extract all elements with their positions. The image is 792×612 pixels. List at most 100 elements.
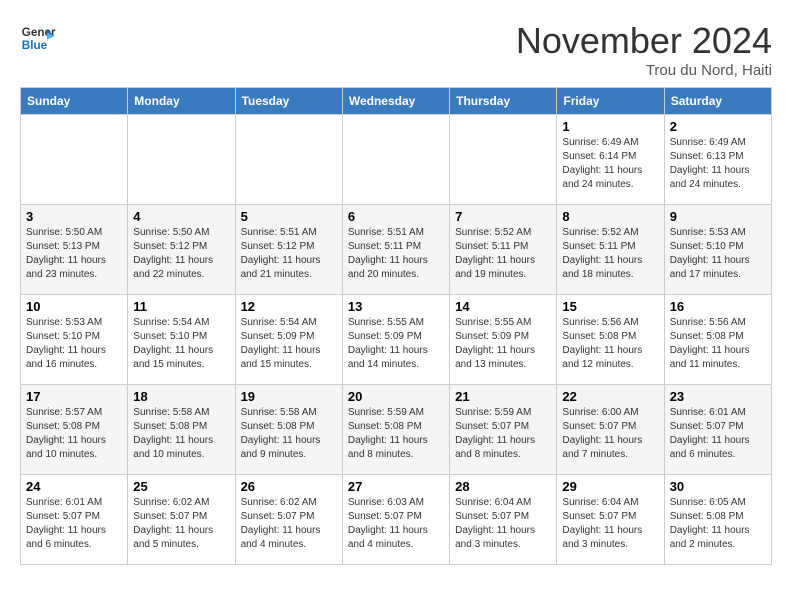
day-info: Sunrise: 6:49 AM Sunset: 6:14 PM Dayligh… [562,136,658,192]
day-info: Sunrise: 5:50 AM Sunset: 5:13 PM Dayligh… [26,226,122,282]
calendar-week-row: 17 Sunrise: 5:57 AM Sunset: 5:08 PM Dayli… [21,385,772,475]
day-info: Sunrise: 5:59 AM Sunset: 5:08 PM Dayligh… [348,406,444,462]
day-info: Sunrise: 5:51 AM Sunset: 5:11 PM Dayligh… [348,226,444,282]
month-title: November 2024 [516,20,772,62]
calendar-day-cell: 12 Sunrise: 5:54 AM Sunset: 5:09 PM Dayli… [235,295,342,385]
calendar-day-cell: 4 Sunrise: 5:50 AM Sunset: 5:12 PM Daylig… [128,205,235,295]
day-number: 19 [241,389,337,404]
calendar-day-cell: 23 Sunrise: 6:01 AM Sunset: 5:07 PM Dayli… [664,385,771,475]
page-header: General Blue November 2024 Trou du Nord,… [20,20,772,79]
day-info: Sunrise: 5:55 AM Sunset: 5:09 PM Dayligh… [455,316,551,372]
day-of-week-header: Monday [128,88,235,115]
calendar-day-cell: 6 Sunrise: 5:51 AM Sunset: 5:11 PM Daylig… [342,205,449,295]
day-number: 20 [348,389,444,404]
calendar-day-cell: 22 Sunrise: 6:00 AM Sunset: 5:07 PM Dayli… [557,385,664,475]
calendar-day-cell: 7Sunrise: 5:52 AM Sunset: 5:11 PM Daylig… [450,205,557,295]
calendar-day-cell [342,115,449,205]
day-info: Sunrise: 5:58 AM Sunset: 5:08 PM Dayligh… [133,406,229,462]
calendar-day-cell: 8 Sunrise: 5:52 AM Sunset: 5:11 PM Daylig… [557,205,664,295]
day-info: Sunrise: 5:54 AM Sunset: 5:09 PM Dayligh… [241,316,337,372]
calendar-day-cell [450,115,557,205]
day-info: Sunrise: 6:02 AM Sunset: 5:07 PM Dayligh… [241,496,337,552]
day-info: Sunrise: 6:00 AM Sunset: 5:07 PM Dayligh… [562,406,658,462]
day-info: Sunrise: 6:04 AM Sunset: 5:07 PM Dayligh… [455,496,551,552]
location-subtitle: Trou du Nord, Haiti [516,62,772,79]
day-number: 9 [670,209,766,224]
day-number: 2 [670,119,766,134]
calendar-day-cell: 21 Sunrise: 5:59 AM Sunset: 5:07 PM Dayli… [450,385,557,475]
day-number: 10 [26,299,122,314]
day-number: 12 [241,299,337,314]
day-number: 26 [241,479,337,494]
calendar-body: 1Sunrise: 6:49 AM Sunset: 6:14 PM Daylig… [21,115,772,565]
calendar-header-row: SundayMondayTuesdayWednesdayThursdayFrid… [21,88,772,115]
day-info: Sunrise: 6:01 AM Sunset: 5:07 PM Dayligh… [670,406,766,462]
day-info: Sunrise: 5:56 AM Sunset: 5:08 PM Dayligh… [562,316,658,372]
day-info: Sunrise: 5:53 AM Sunset: 5:10 PM Dayligh… [26,316,122,372]
calendar-day-cell: 26 Sunrise: 6:02 AM Sunset: 5:07 PM Dayli… [235,475,342,565]
logo: General Blue [20,20,56,56]
day-number: 14 [455,299,551,314]
calendar-day-cell: 16 Sunrise: 5:56 AM Sunset: 5:08 PM Dayli… [664,295,771,385]
day-info: Sunrise: 5:58 AM Sunset: 5:08 PM Dayligh… [241,406,337,462]
day-info: Sunrise: 5:52 AM Sunset: 5:11 PM Dayligh… [562,226,658,282]
day-info: Sunrise: 6:04 AM Sunset: 5:07 PM Dayligh… [562,496,658,552]
day-number: 16 [670,299,766,314]
day-info: Sunrise: 5:54 AM Sunset: 5:10 PM Dayligh… [133,316,229,372]
calendar-week-row: 24Sunrise: 6:01 AM Sunset: 5:07 PM Dayli… [21,475,772,565]
day-of-week-header: Tuesday [235,88,342,115]
title-block: November 2024 Trou du Nord, Haiti [516,20,772,79]
day-info: Sunrise: 5:51 AM Sunset: 5:12 PM Dayligh… [241,226,337,282]
calendar-week-row: 3 Sunrise: 5:50 AM Sunset: 5:13 PM Daylig… [21,205,772,295]
day-number: 22 [562,389,658,404]
day-of-week-header: Saturday [664,88,771,115]
day-number: 24 [26,479,122,494]
calendar-day-cell: 29Sunrise: 6:04 AM Sunset: 5:07 PM Dayli… [557,475,664,565]
calendar-day-cell: 2Sunrise: 6:49 AM Sunset: 6:13 PM Daylig… [664,115,771,205]
calendar-day-cell: 28 Sunrise: 6:04 AM Sunset: 5:07 PM Dayli… [450,475,557,565]
day-number: 23 [670,389,766,404]
day-info: Sunrise: 6:02 AM Sunset: 5:07 PM Dayligh… [133,496,229,552]
calendar-day-cell: 14 Sunrise: 5:55 AM Sunset: 5:09 PM Dayli… [450,295,557,385]
day-number: 25 [133,479,229,494]
day-number: 21 [455,389,551,404]
calendar-day-cell: 1Sunrise: 6:49 AM Sunset: 6:14 PM Daylig… [557,115,664,205]
calendar-week-row: 10 Sunrise: 5:53 AM Sunset: 5:10 PM Dayli… [21,295,772,385]
day-info: Sunrise: 5:50 AM Sunset: 5:12 PM Dayligh… [133,226,229,282]
calendar-day-cell: 18 Sunrise: 5:58 AM Sunset: 5:08 PM Dayli… [128,385,235,475]
day-number: 17 [26,389,122,404]
day-number: 8 [562,209,658,224]
day-of-week-header: Wednesday [342,88,449,115]
day-info: Sunrise: 5:59 AM Sunset: 5:07 PM Dayligh… [455,406,551,462]
calendar-day-cell: 19 Sunrise: 5:58 AM Sunset: 5:08 PM Dayli… [235,385,342,475]
calendar-week-row: 1Sunrise: 6:49 AM Sunset: 6:14 PM Daylig… [21,115,772,205]
calendar-day-cell [128,115,235,205]
calendar-day-cell: 10 Sunrise: 5:53 AM Sunset: 5:10 PM Dayli… [21,295,128,385]
day-number: 5 [241,209,337,224]
calendar-day-cell: 13Sunrise: 5:55 AM Sunset: 5:09 PM Dayli… [342,295,449,385]
day-info: Sunrise: 5:56 AM Sunset: 5:08 PM Dayligh… [670,316,766,372]
day-number: 4 [133,209,229,224]
day-number: 27 [348,479,444,494]
day-info: Sunrise: 5:53 AM Sunset: 5:10 PM Dayligh… [670,226,766,282]
calendar-day-cell: 27Sunrise: 6:03 AM Sunset: 5:07 PM Dayli… [342,475,449,565]
svg-text:Blue: Blue [22,39,48,52]
day-number: 28 [455,479,551,494]
day-of-week-header: Thursday [450,88,557,115]
day-number: 3 [26,209,122,224]
day-number: 15 [562,299,658,314]
day-info: Sunrise: 5:52 AM Sunset: 5:11 PM Dayligh… [455,226,551,282]
day-number: 11 [133,299,229,314]
day-number: 18 [133,389,229,404]
day-number: 13 [348,299,444,314]
calendar-day-cell: 9 Sunrise: 5:53 AM Sunset: 5:10 PM Daylig… [664,205,771,295]
calendar-day-cell: 30Sunrise: 6:05 AM Sunset: 5:08 PM Dayli… [664,475,771,565]
calendar-day-cell: 5 Sunrise: 5:51 AM Sunset: 5:12 PM Daylig… [235,205,342,295]
day-info: Sunrise: 5:57 AM Sunset: 5:08 PM Dayligh… [26,406,122,462]
day-number: 6 [348,209,444,224]
calendar-day-cell: 24Sunrise: 6:01 AM Sunset: 5:07 PM Dayli… [21,475,128,565]
calendar-day-cell: 20 Sunrise: 5:59 AM Sunset: 5:08 PM Dayli… [342,385,449,475]
calendar-day-cell: 17 Sunrise: 5:57 AM Sunset: 5:08 PM Dayli… [21,385,128,475]
calendar-day-cell: 11 Sunrise: 5:54 AM Sunset: 5:10 PM Dayli… [128,295,235,385]
day-of-week-header: Friday [557,88,664,115]
